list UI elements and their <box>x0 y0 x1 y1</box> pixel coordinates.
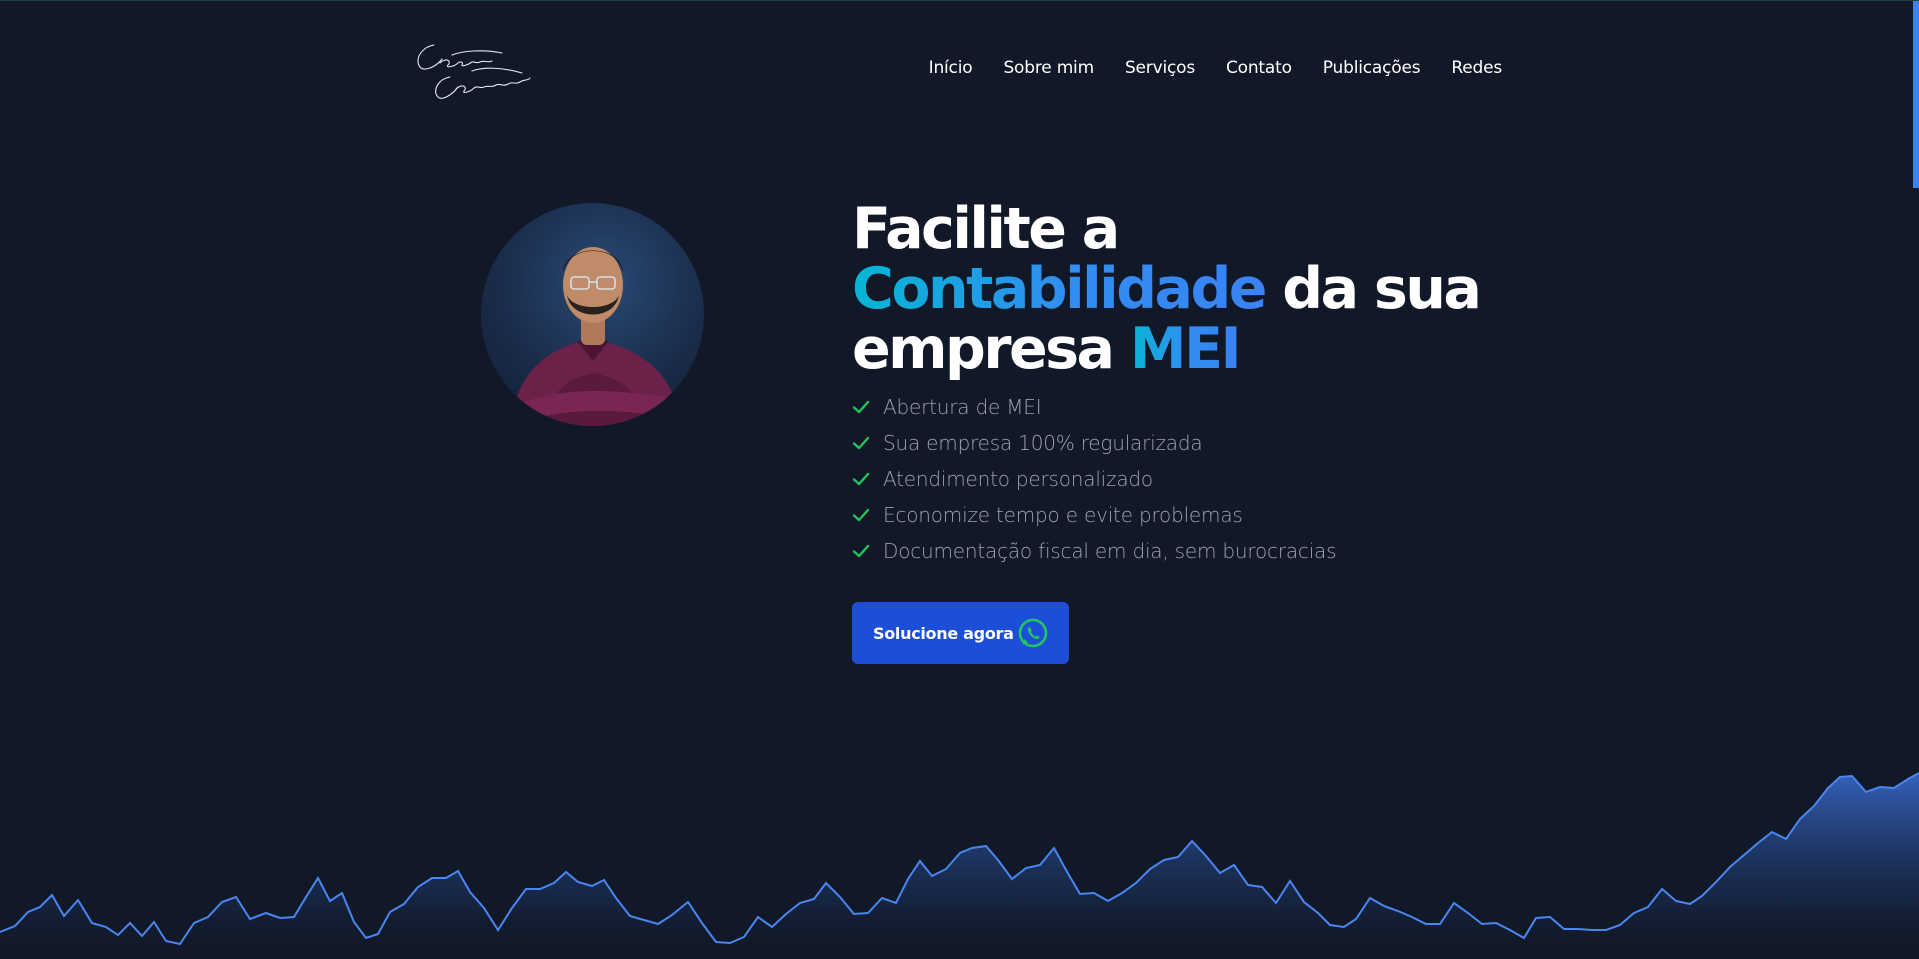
feature-text: Abertura de MEI <box>883 395 1042 419</box>
check-icon <box>852 544 870 558</box>
check-icon <box>852 508 870 522</box>
check-icon <box>852 472 870 486</box>
nav-item-contato[interactable]: Contato <box>1226 58 1292 78</box>
hero-title: Facilite a Contabilidade da sua empresa … <box>852 199 1512 379</box>
check-icon <box>852 436 870 450</box>
header: Início Sobre mim Serviços Contato Public… <box>412 31 1502 106</box>
feature-text: Economize tempo e evite problemas <box>883 503 1243 527</box>
nav-item-publicacoes[interactable]: Publicações <box>1323 58 1421 78</box>
page: Início Sobre mim Serviços Contato Public… <box>0 0 1919 959</box>
scrollbar[interactable] <box>1913 1 1919 188</box>
nav-item-inicio[interactable]: Início <box>929 58 973 78</box>
hero-title-highlight: Contabilidade <box>852 256 1267 322</box>
list-item: Documentação fiscal em dia, sem burocrac… <box>852 533 1512 569</box>
whatsapp-icon <box>1018 618 1048 648</box>
nav-item-redes[interactable]: Redes <box>1451 58 1502 78</box>
nav-item-sobre-mim[interactable]: Sobre mim <box>1003 58 1094 78</box>
list-item: Atendimento personalizado <box>852 461 1512 497</box>
logo-signature[interactable] <box>412 37 537 107</box>
feature-text: Atendimento personalizado <box>883 467 1153 491</box>
signature-logo-icon <box>417 44 531 99</box>
profile-photo <box>481 203 704 426</box>
decorative-market-chart <box>0 772 1919 959</box>
feature-text: Sua empresa 100% regularizada <box>883 431 1203 455</box>
hero-title-line3: empresa <box>852 316 1130 382</box>
main-nav: Início Sobre mim Serviços Contato Public… <box>929 58 1503 78</box>
check-icon <box>852 400 870 414</box>
list-item: Abertura de MEI <box>852 389 1512 425</box>
feature-text: Documentação fiscal em dia, sem burocrac… <box>883 539 1337 563</box>
hero-title-line2: da sua <box>1264 256 1482 322</box>
chart-area <box>0 773 1919 959</box>
hero-title-highlight-mei: MEI <box>1129 316 1242 382</box>
solucione-agora-button[interactable]: Solucione agora <box>852 602 1069 664</box>
list-item: Economize tempo e evite problemas <box>852 497 1512 533</box>
person-photo-icon <box>511 247 681 426</box>
hero-title-line1: Facilite a <box>852 196 1120 262</box>
feature-list: Abertura de MEI Sua empresa 100% regular… <box>852 389 1512 569</box>
list-item: Sua empresa 100% regularizada <box>852 425 1512 461</box>
nav-item-servicos[interactable]: Serviços <box>1125 58 1195 78</box>
cta-label: Solucione agora <box>873 623 1014 643</box>
hero: Facilite a Contabilidade da sua empresa … <box>852 199 1512 569</box>
